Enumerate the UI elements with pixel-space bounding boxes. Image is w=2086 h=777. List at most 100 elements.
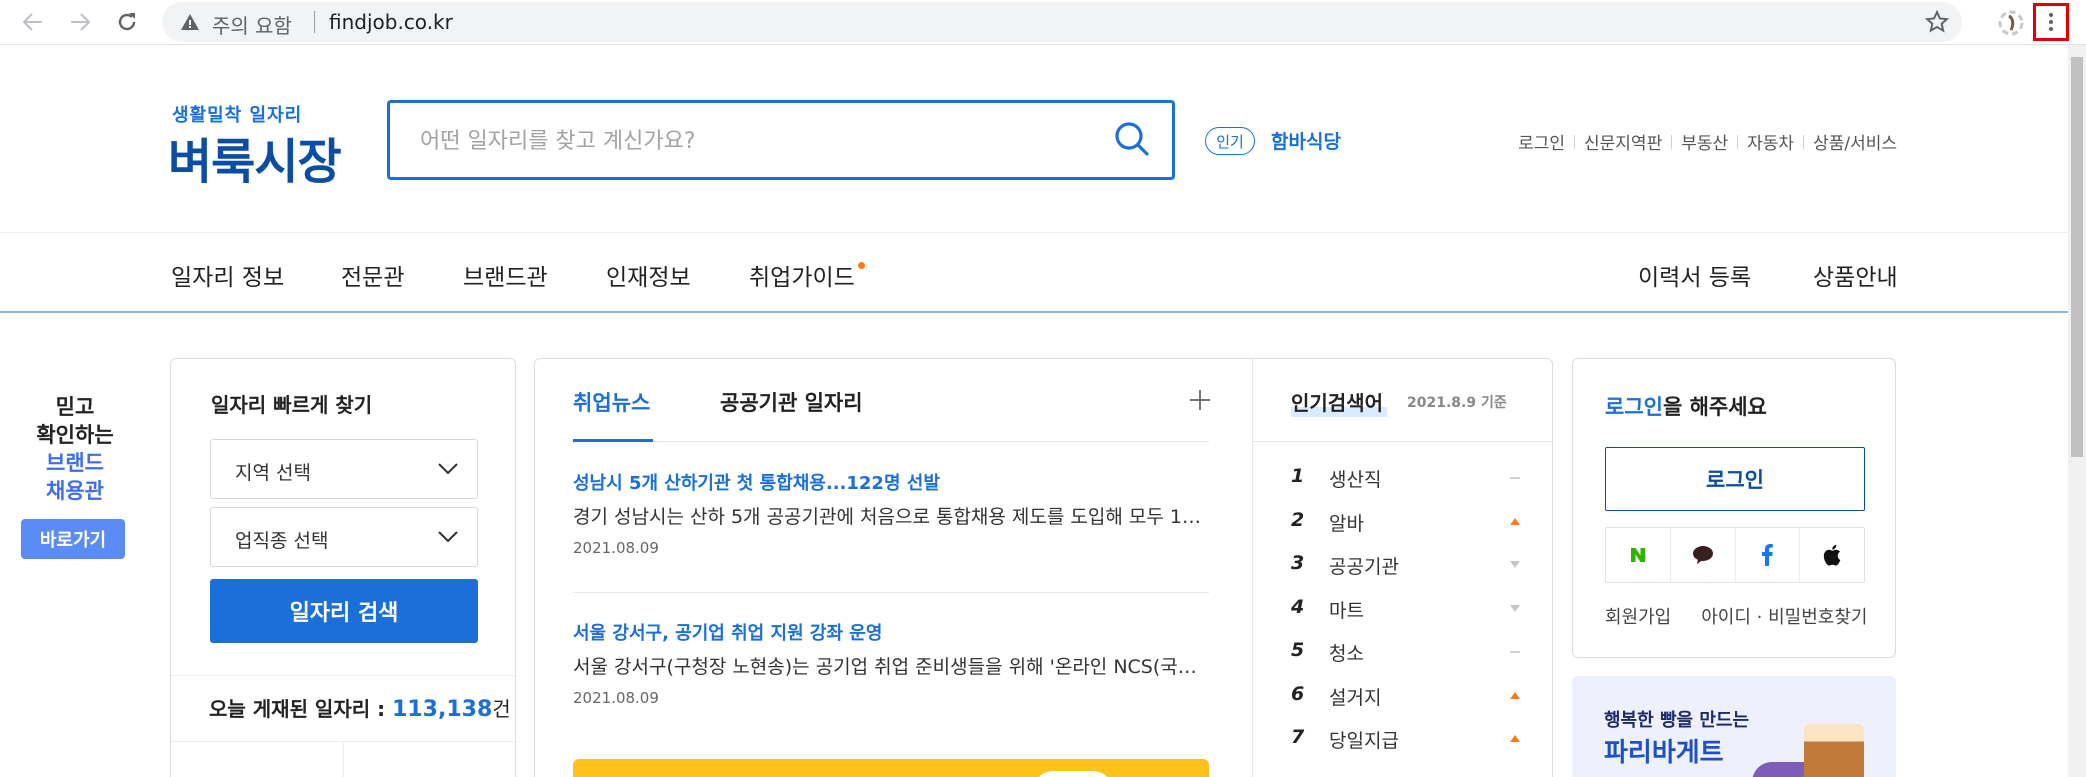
kakao-login-button[interactable] bbox=[1671, 528, 1736, 582]
panel-divider bbox=[1252, 359, 1253, 777]
keyword-word[interactable]: 마트 bbox=[1329, 596, 1364, 623]
star-icon[interactable] bbox=[1924, 9, 1950, 35]
forward-button[interactable] bbox=[64, 7, 96, 37]
page-scrollbar[interactable] bbox=[2068, 45, 2086, 777]
util-link-products[interactable]: 상품/서비스 bbox=[1813, 129, 1897, 154]
divider bbox=[1803, 134, 1805, 149]
extension-icon[interactable] bbox=[1995, 8, 2027, 38]
today-count-unit: 건 bbox=[492, 697, 511, 721]
news-item[interactable]: 서울 강서구, 공기업 취업 지원 강좌 운영 서울 강서구(구청장 노현송)는… bbox=[573, 619, 1209, 707]
naver-icon bbox=[1630, 548, 1645, 562]
search-input[interactable] bbox=[420, 123, 1080, 159]
divider bbox=[573, 592, 1209, 593]
keyword-word[interactable]: 설거지 bbox=[1329, 683, 1381, 710]
keyword-row[interactable]: 5 청소 bbox=[1291, 639, 1521, 679]
keyword-row[interactable]: 4 마트 bbox=[1291, 596, 1521, 636]
keyword-word[interactable]: 청소 bbox=[1329, 639, 1364, 666]
util-link-login[interactable]: 로그인 bbox=[1518, 129, 1565, 154]
news-panel: 취업뉴스 공공기관 일자리 성남시 5개 산하기관 첫 통합채용...122명 … bbox=[534, 358, 1553, 777]
keyword-rank: 5 bbox=[1291, 639, 1305, 661]
keyword-rank: 7 bbox=[1291, 726, 1305, 748]
category-select[interactable]: 업직종 선택 bbox=[210, 507, 478, 567]
gnb-brand[interactable]: 브랜드관 bbox=[463, 258, 548, 292]
menu-dot bbox=[2049, 27, 2053, 31]
chevron-down-icon bbox=[438, 463, 458, 475]
news-summary[interactable]: 서울 강서구(구청장 노현송)는 공기업 취업 준비생들을 위해 '온라인 NC… bbox=[573, 652, 1209, 679]
back-button[interactable] bbox=[17, 7, 49, 37]
search-icon[interactable] bbox=[1112, 119, 1152, 159]
tab-public-jobs[interactable]: 공공기관 일자리 bbox=[720, 387, 863, 417]
popular-keywords-title: 인기검색어 bbox=[1291, 391, 1383, 415]
divider bbox=[1737, 134, 1739, 149]
login-button[interactable]: 로그인 bbox=[1605, 447, 1865, 511]
divider bbox=[343, 741, 344, 777]
warning-triangle-icon[interactable] bbox=[180, 12, 200, 32]
news-date: 2021.08.09 bbox=[573, 689, 659, 707]
keyword-row[interactable]: 6 설거지 bbox=[1291, 683, 1521, 723]
keyword-row[interactable]: 7 당일지급 bbox=[1291, 726, 1521, 766]
scrollbar-thumb[interactable] bbox=[2071, 57, 2083, 457]
divider bbox=[1671, 134, 1673, 149]
facebook-login-button[interactable] bbox=[1736, 528, 1801, 582]
brand-banner-line[interactable]: 브랜드 bbox=[20, 447, 130, 477]
keyword-word[interactable]: 알바 bbox=[1329, 509, 1364, 536]
url-text[interactable]: findjob.co.kr bbox=[329, 10, 453, 34]
ad-title: 파리바게트 bbox=[1604, 738, 1724, 768]
reload-button[interactable] bbox=[111, 7, 143, 37]
keyword-row[interactable]: 3 공공기관 bbox=[1291, 552, 1521, 592]
trend-down-icon bbox=[1510, 561, 1520, 569]
keyword-row[interactable]: 2 알바 bbox=[1291, 509, 1521, 549]
tab-job-news[interactable]: 취업뉴스 bbox=[573, 387, 650, 417]
today-count-label: 오늘 게재된 일자리 : bbox=[209, 697, 393, 721]
news-summary[interactable]: 경기 성남시는 산하 5개 공공기관에 처음으로 통합채용 제도를 도입해 모두… bbox=[573, 502, 1209, 529]
brand-banner-line[interactable]: 확인하는 bbox=[20, 419, 130, 449]
job-search-button[interactable]: 일자리 검색 bbox=[210, 579, 478, 643]
login-box: 로그인을 해주세요 로그인 회원가입 아이디 · 비밀번호찾기 bbox=[1572, 358, 1896, 658]
gnb-register-resume[interactable]: 이력서 등록 bbox=[1638, 258, 1751, 292]
divider bbox=[171, 675, 515, 676]
keyword-word[interactable]: 생산직 bbox=[1329, 465, 1381, 492]
keyword-word[interactable]: 공공기관 bbox=[1329, 552, 1399, 579]
promo-banner[interactable] bbox=[573, 759, 1209, 777]
util-link-realestate[interactable]: 부동산 bbox=[1681, 129, 1728, 154]
keyword-word[interactable]: 당일지급 bbox=[1329, 726, 1399, 753]
arrow-left-icon bbox=[22, 13, 42, 31]
site-logo[interactable]: 벼룩시장 bbox=[168, 122, 342, 192]
news-item[interactable]: 성남시 5개 산하기관 첫 통합채용...122명 선발 경기 성남시는 산하 … bbox=[573, 469, 1209, 557]
signup-link[interactable]: 회원가입 bbox=[1605, 607, 1671, 628]
gnb-talent[interactable]: 인재정보 bbox=[606, 258, 691, 292]
region-select[interactable]: 지역 선택 bbox=[210, 439, 478, 499]
divider bbox=[1574, 134, 1576, 149]
brand-banner-line[interactable]: 채용관 bbox=[20, 475, 130, 505]
naver-login-button[interactable] bbox=[1606, 528, 1671, 582]
login-prompt-text: 을 해주세요 bbox=[1662, 395, 1767, 419]
address-bar[interactable]: 주의 요함 findjob.co.kr bbox=[162, 2, 1962, 42]
plus-icon[interactable] bbox=[1189, 389, 1211, 411]
ad-banner[interactable]: 행복한 빵을 만드는 파리바게트 bbox=[1572, 676, 1896, 777]
gnb-job-info[interactable]: 일자리 정보 bbox=[171, 258, 284, 292]
find-account-link[interactable]: 아이디 · 비밀번호찾기 bbox=[1701, 607, 1867, 628]
news-headline[interactable]: 서울 강서구, 공기업 취업 지원 강좌 운영 bbox=[573, 619, 1209, 645]
gnb-specialty[interactable]: 전문관 bbox=[341, 258, 404, 292]
login-prompt: 로그인을 해주세요 bbox=[1605, 391, 1767, 421]
news-date: 2021.08.09 bbox=[573, 539, 659, 557]
popular-badge: 인기 bbox=[1205, 127, 1255, 155]
login-prompt-link[interactable]: 로그인 bbox=[1605, 395, 1663, 419]
gnb-career-guide[interactable]: 취업가이드 bbox=[749, 258, 855, 292]
security-warning-text[interactable]: 주의 요함 bbox=[212, 10, 292, 39]
apple-login-button[interactable] bbox=[1800, 528, 1864, 582]
util-link-newspaper[interactable]: 신문지역판 bbox=[1584, 129, 1662, 154]
main-search-box[interactable] bbox=[387, 100, 1175, 180]
news-headline[interactable]: 성남시 5개 산하기관 첫 통합채용...122명 선발 bbox=[573, 469, 1209, 495]
util-link-car[interactable]: 자동차 bbox=[1747, 129, 1794, 154]
today-job-count: 오늘 게재된 일자리 : 113,138건 bbox=[209, 693, 511, 722]
arrow-right-icon bbox=[71, 13, 91, 31]
brand-shortcut-button[interactable]: 바로가기 bbox=[21, 519, 125, 559]
popular-keyword-link[interactable]: 함바식당 bbox=[1271, 127, 1341, 154]
keyword-row[interactable]: 1 생산직 bbox=[1291, 465, 1521, 505]
trend-up-icon bbox=[1510, 692, 1520, 700]
brand-banner-line[interactable]: 믿고 bbox=[20, 391, 130, 421]
gnb-product-guide[interactable]: 상품안내 bbox=[1813, 258, 1898, 292]
kebab-menu-icon[interactable] bbox=[2033, 3, 2069, 41]
category-select-label: 업직종 선택 bbox=[235, 530, 329, 552]
